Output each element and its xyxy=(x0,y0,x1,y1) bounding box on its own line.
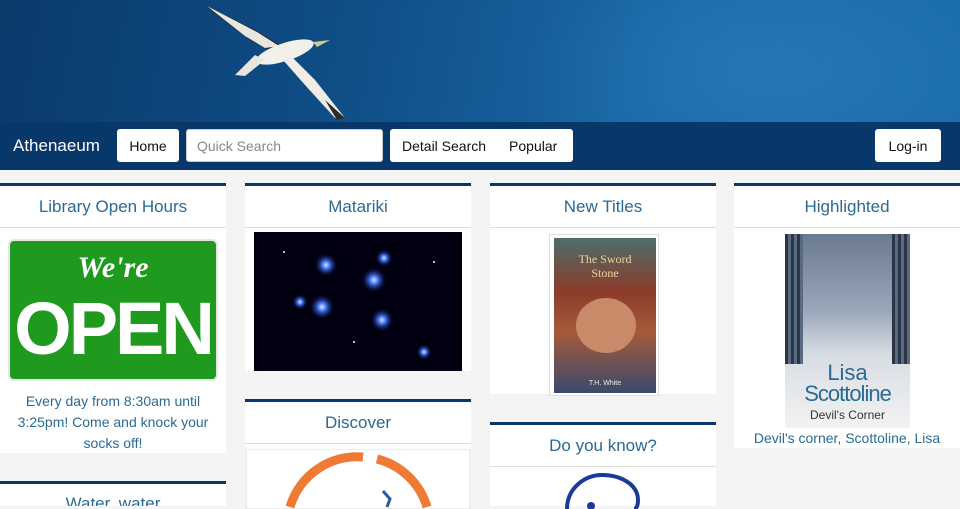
open-hours-caption: Every day from 8:30am until 3:25pm! Come… xyxy=(17,393,209,451)
hero-glow xyxy=(520,0,960,122)
bridge-left xyxy=(785,234,803,364)
book-title: Devil's Corner xyxy=(810,408,885,422)
book-cover-art: The Sword Stone T.H. White xyxy=(554,238,656,393)
book-author: T.H. White xyxy=(588,380,622,387)
open-sign-image: We're OPEN xyxy=(8,239,218,381)
book-face-illustration xyxy=(576,298,636,353)
book-title-line1: The Sword xyxy=(578,252,632,266)
detail-search-button[interactable]: Detail Search xyxy=(390,138,486,154)
home-button[interactable]: Home xyxy=(117,129,179,162)
book-cover-sword-stone: The Sword Stone T.H. White xyxy=(549,234,659,396)
open-sign-word: OPEN xyxy=(14,287,215,370)
book-cover-devils-corner: Lisa Scottoline Devil's Corner xyxy=(785,234,910,428)
card-title: Water, water xyxy=(0,484,226,506)
search-button-group: Detail Search Popular xyxy=(390,129,573,162)
highlighted-caption: Devil's corner, Scottoline, Lisa xyxy=(753,430,941,446)
popular-button[interactable]: Popular xyxy=(486,138,557,154)
brand-name[interactable]: Athenaeum xyxy=(13,136,100,156)
card-title: Matariki xyxy=(245,186,471,228)
card-new-titles: New Titles The Sword Stone T.H. White xyxy=(490,183,716,396)
card-highlighted: Highlighted Lisa Scottoline Devil's Corn… xyxy=(734,183,960,448)
card-title: Discover xyxy=(245,402,471,444)
open-sign-script: We're xyxy=(77,251,149,284)
hero-banner xyxy=(0,0,960,122)
discover-logo-image xyxy=(245,449,471,509)
card-discover: Discover xyxy=(245,399,471,509)
card-do-you-know: Do you know? xyxy=(490,422,716,509)
card-matariki: Matariki xyxy=(245,183,471,371)
card-title: Do you know? xyxy=(490,425,716,467)
matariki-stars-image xyxy=(254,232,462,371)
quick-search-input[interactable] xyxy=(186,129,383,162)
card-title: Library Open Hours xyxy=(0,186,226,228)
card-title: Highlighted xyxy=(734,186,960,228)
bridge-right xyxy=(892,234,910,364)
book-author-last: Scottoline xyxy=(804,381,892,406)
book-title-line2: Stone xyxy=(591,266,619,280)
question-mark-icon xyxy=(565,472,641,509)
card-water: Water, water xyxy=(0,481,226,506)
login-button[interactable]: Log-in xyxy=(875,129,941,162)
gannet-bird-image xyxy=(203,4,345,120)
card-open-hours: Library Open Hours We're OPEN Every day … xyxy=(0,183,226,453)
card-title: New Titles xyxy=(490,186,716,228)
